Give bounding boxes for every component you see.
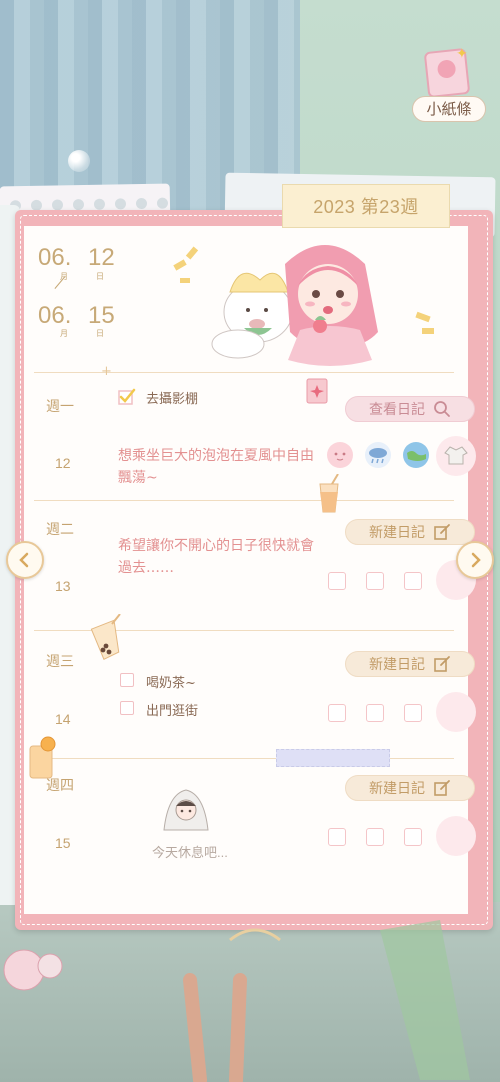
rain-cloud-icon <box>365 442 391 468</box>
new-diary-label: 新建日記 <box>369 525 425 541</box>
new-diary-button[interactable]: 新建日記 <box>345 651 475 677</box>
bubble-decoration <box>68 150 90 172</box>
new-diary-label: 新建日記 <box>369 781 425 797</box>
checked-checkbox-icon[interactable] <box>118 388 136 406</box>
day-divider <box>34 758 454 759</box>
view-diary-button[interactable]: 查看日記 <box>345 396 475 422</box>
edit-icon <box>434 780 450 796</box>
chevron-left-icon <box>19 552 29 568</box>
orange-drink-sticker-icon <box>29 736 56 779</box>
note-button[interactable]: ✦ 小紙條 <box>412 46 486 124</box>
start-day: 12 <box>88 244 115 271</box>
mood-slot[interactable] <box>404 704 422 722</box>
day-unit: 日 <box>96 329 104 338</box>
todo-item: 喝奶茶~ <box>146 676 196 691</box>
todo-checkbox[interactable] <box>120 701 134 715</box>
todo-item: 出門逛街 <box>146 704 199 719</box>
clothes-icon <box>444 446 468 465</box>
prev-week-button[interactable] <box>6 541 44 579</box>
chevron-right-icon <box>471 552 481 568</box>
month-unit: 月 <box>60 329 68 338</box>
day-name-tuesday: 週二 <box>46 521 74 537</box>
mood-slot[interactable] <box>366 828 384 846</box>
week-tab: 2023 第23週 <box>282 184 450 228</box>
view-diary-label: 查看日記 <box>369 402 425 418</box>
new-diary-button[interactable]: 新建日記 <box>345 775 475 801</box>
day-num-tuesday: 13 <box>55 578 71 594</box>
mood-slot[interactable] <box>404 572 422 590</box>
end-day: 15 <box>88 302 115 329</box>
mood-slot[interactable] <box>328 704 346 722</box>
start-month: 06. <box>38 244 72 271</box>
day-num-wednesday: 14 <box>55 711 71 727</box>
earth-icon <box>403 442 429 468</box>
mood-slot[interactable] <box>366 704 384 722</box>
mood-slot[interactable] <box>436 692 476 732</box>
todo-checkbox[interactable] <box>120 673 134 687</box>
day-num-thursday: 15 <box>55 835 71 851</box>
resting-character-icon <box>163 789 209 831</box>
search-icon <box>434 401 450 417</box>
day-divider <box>34 500 454 501</box>
day-unit: 日 <box>96 272 104 281</box>
next-week-button[interactable] <box>456 541 494 579</box>
mood-slot[interactable] <box>366 572 384 590</box>
character-illustration <box>173 245 434 366</box>
milk-tea-sticker-icon <box>90 614 121 660</box>
rest-message: 今天休息吧... <box>152 845 228 860</box>
edit-icon <box>434 524 450 540</box>
mood-slot[interactable] <box>404 828 422 846</box>
day-name-monday: 週一 <box>46 398 74 414</box>
day-num-monday: 12 <box>55 455 71 471</box>
note-button-label: 小紙條 <box>412 96 486 122</box>
mood-slot[interactable] <box>328 572 346 590</box>
new-diary-button[interactable]: 新建日記 <box>345 519 475 545</box>
day-note: 希望讓你不開心的日子很快就會過去…… <box>118 538 314 576</box>
day-note: 想乘坐巨大的泡泡在夏風中自由飄蕩~ <box>118 448 314 486</box>
pink-face-icon <box>327 442 353 468</box>
sparkle-icon: ✦ <box>456 46 468 62</box>
mood-slot[interactable] <box>328 828 346 846</box>
juice-sticker-icon <box>319 474 339 513</box>
todo-item: 去攝影棚 <box>146 392 199 407</box>
plus-decoration: + <box>101 364 112 379</box>
day-name-wednesday: 週三 <box>46 653 74 669</box>
bottom-scene-decoration <box>3 920 470 1082</box>
edit-icon <box>434 656 450 672</box>
new-diary-label: 新建日記 <box>369 657 425 673</box>
photo-card-icon <box>306 378 328 404</box>
mood-slot[interactable] <box>436 816 476 856</box>
washi-tape-decoration <box>276 749 390 767</box>
end-month: 06. <box>38 302 72 329</box>
header-divider <box>34 372 454 373</box>
